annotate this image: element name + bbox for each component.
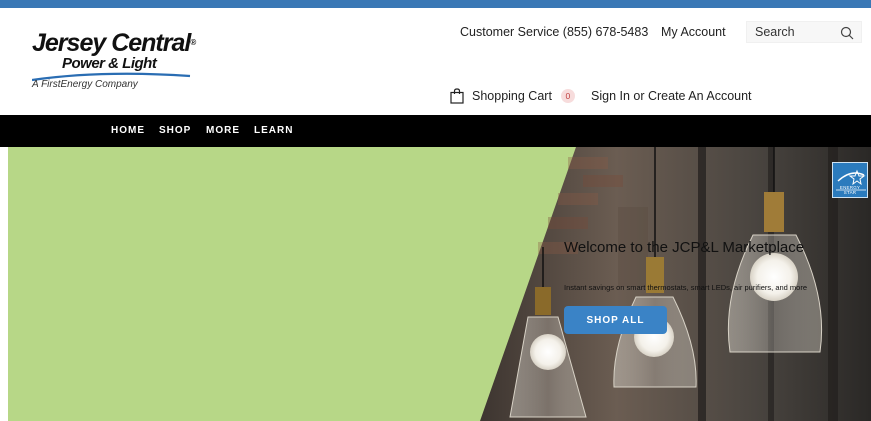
search-input[interactable] — [755, 25, 835, 39]
nav-item-learn[interactable]: LEARN — [254, 125, 293, 136]
logo[interactable]: Jersey Central® Power & Light A FirstEne… — [32, 30, 212, 94]
nav-item-home[interactable]: HOME — [111, 125, 145, 136]
hero-banner: ENERGY STAR Welcome to the JCP&L Marketp… — [8, 147, 871, 421]
sign-in-link[interactable]: Sign In or Create An Account — [591, 89, 752, 103]
hero-title: Welcome to the JCP&L Marketplace — [564, 239, 805, 256]
search-icon[interactable] — [840, 26, 854, 40]
logo-line-1: Jersey Central — [32, 29, 191, 57]
search-box — [746, 21, 862, 43]
shopping-cart-label: Shopping Cart — [472, 89, 552, 103]
shopping-cart-link[interactable]: Shopping Cart 0 — [450, 88, 575, 104]
top-accent-bar — [0, 0, 871, 8]
cart-count-badge: 0 — [560, 89, 575, 103]
customer-service-link[interactable]: Customer Service (855) 678-5483 — [460, 25, 648, 39]
shop-all-button[interactable]: SHOP ALL — [564, 306, 667, 334]
shopping-bag-icon — [450, 88, 464, 104]
energy-star-badge: ENERGY STAR — [832, 162, 868, 198]
my-account-link[interactable]: My Account — [661, 25, 726, 39]
main-nav: HOME SHOP MORE LEARN — [0, 115, 871, 147]
nav-item-shop[interactable]: SHOP — [159, 125, 191, 136]
logo-tagline: A FirstEnergy Company — [32, 79, 138, 90]
nav-item-more[interactable]: MORE — [206, 125, 240, 136]
energy-star-label: ENERGY STAR — [839, 185, 861, 195]
hero-subtitle: Instant savings on smart thermostats, sm… — [564, 283, 808, 292]
